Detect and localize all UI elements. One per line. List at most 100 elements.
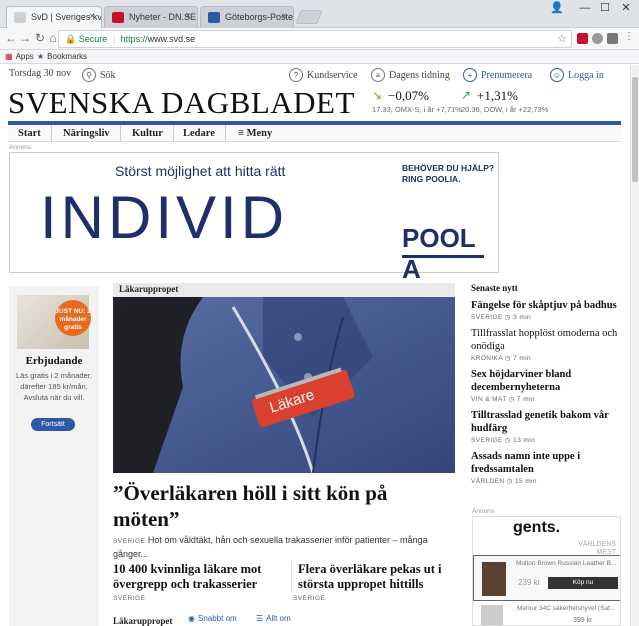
- login-label: Logga in: [568, 69, 604, 81]
- link-label: Allt om: [266, 614, 291, 623]
- eye-icon: ◉: [188, 614, 195, 623]
- date-label: Torsdag 30 nov: [9, 68, 72, 79]
- close-tab-icon[interactable]: ×: [281, 11, 287, 22]
- url-protocol: https://: [120, 34, 148, 44]
- news-item[interactable]: Assads namn inte uppe i fredssamtalen VÄ…: [471, 450, 621, 485]
- article-lead: SVERIGE Hot om våldtäkt, hån och sexuell…: [113, 534, 448, 560]
- allt-om-link[interactable]: ☰ Allt om: [256, 614, 291, 623]
- new-tab-button[interactable]: [295, 10, 323, 24]
- bookmark-bookmarks[interactable]: ★ Bookmarks: [37, 52, 87, 61]
- nav-start[interactable]: Start: [8, 125, 52, 142]
- page-scrollbar[interactable]: [630, 65, 639, 626]
- account-icon[interactable]: 👤: [543, 0, 571, 16]
- nav-naringsliv[interactable]: Näringsliv: [53, 125, 121, 142]
- ad-brand: INDIVID: [40, 184, 289, 251]
- news-item[interactable]: Tilltrasslad genetik bakom vår hudfärg S…: [471, 409, 621, 444]
- news-title: Sex höjdarviner bland decembernyheterna: [471, 369, 572, 393]
- news-meta: KRÖNIKA ◷ 7 min: [471, 355, 532, 362]
- subscription-offer: JUST NU: 2 månader gratis Erbjudande Läs…: [9, 286, 99, 626]
- news-title: Tillfrasslat hopplöst omoderna och onödi…: [471, 328, 618, 352]
- menu-dots-icon[interactable]: ⋮: [622, 31, 636, 42]
- nav-meny[interactable]: ≡ Meny: [228, 125, 282, 142]
- masthead-logo[interactable]: SVENSKA DAGBLADET: [8, 85, 355, 121]
- news-meta: SVERIGE ◷ 13 min: [471, 437, 536, 444]
- stock-pct: +1,31%: [477, 88, 518, 103]
- bookmark-apps[interactable]: ▦ Apps: [5, 52, 34, 61]
- razor-image: [481, 605, 503, 625]
- url-text: www.svd.se: [147, 34, 196, 44]
- lead-text[interactable]: Hot om våldtäkt, hån och sexuella trakas…: [113, 535, 428, 559]
- close-tab-icon[interactable]: ×: [89, 11, 95, 22]
- product-image: [482, 562, 506, 596]
- annons-label: Annons: [472, 508, 495, 515]
- snabbt-om-link[interactable]: ◉ Snabbt om: [188, 614, 237, 623]
- tab-gp[interactable]: Göteborgs-Posten ×: [200, 6, 294, 28]
- stock-sub: 20.36, DOW, i år +22,73%: [461, 105, 549, 114]
- prenumerera-link[interactable]: + Prenumerera: [463, 68, 532, 82]
- bookmarks-bar: ▦ Apps ★ Bookmarks: [0, 50, 639, 64]
- advertisement-sidebar[interactable]: gents. VÄRLDENS MEST PRISVÄRDA Molton Br…: [472, 516, 621, 626]
- extension-icon[interactable]: [577, 33, 588, 44]
- kundservice-link[interactable]: ? Kundservice: [289, 68, 358, 82]
- bottom-kicker[interactable]: Läkaruppropet: [113, 616, 172, 626]
- article-headline[interactable]: ”Överläkaren höll i sitt kön på möten”: [113, 480, 455, 532]
- login-link[interactable]: ☺ Logga in: [550, 68, 604, 82]
- dagens-tidning-link[interactable]: ≡ Dagens tidning: [371, 68, 450, 82]
- buy-now-button[interactable]: Köp nu: [548, 577, 618, 589]
- dagens-tidning-label: Dagens tidning: [389, 69, 450, 81]
- article-photo[interactable]: Läkare: [113, 297, 455, 473]
- url-separator: |: [112, 34, 116, 44]
- address-bar[interactable]: 🔒 Secure | https://www.svd.se ☆: [58, 30, 572, 48]
- news-item[interactable]: Fängelse för skåptjuv på badhus SVERIGE …: [471, 299, 621, 321]
- latest-news-column: Senaste nytt Fängelse för skåptjuv på ba…: [471, 283, 621, 491]
- news-meta: SVERIGE ◷ 3 min: [471, 314, 532, 321]
- browser-toolbar: ← → ↻ ⌂ 🔒 Secure | https://www.svd.se ☆ …: [0, 28, 639, 50]
- offer-title: Erbjudande: [25, 355, 83, 367]
- bookmark-label: Bookmarks: [47, 52, 88, 61]
- tab-svd[interactable]: SvD | Sveriges kvalitetss... ×: [6, 6, 102, 29]
- extension-icon[interactable]: [607, 33, 618, 44]
- nav-kultur[interactable]: Kultur: [122, 125, 174, 142]
- bookmark-star-icon[interactable]: ☆: [557, 31, 567, 47]
- reload-icon[interactable]: ↻: [33, 31, 47, 45]
- user-icon: ☺: [550, 68, 564, 82]
- article-kicker[interactable]: Läkaruppropet: [113, 283, 455, 297]
- offer-description: Läs gratis i 2 månader, därefter 185 kr/…: [16, 371, 92, 402]
- kundservice-label: Kundservice: [307, 69, 358, 81]
- page-content: Torsdag 30 nov ⚲ Sök ? Kundservice ≡ Dag…: [0, 65, 630, 626]
- ad-logo-underline: [402, 255, 484, 258]
- ad-tagline: Störst möjlighet att hitta rätt: [115, 163, 286, 179]
- lock-icon: 🔒: [65, 34, 77, 44]
- arrow-down-icon: ↘: [372, 88, 383, 102]
- top-utility-bar: Torsdag 30 nov ⚲ Sök ? Kundservice ≡ Dag…: [9, 65, 621, 85]
- search-link[interactable]: ⚲ Sök: [82, 68, 116, 82]
- nav-ledare[interactable]: Ledare: [173, 125, 226, 142]
- product-name: Merkur 34C säkerhetshyvel (Saf...: [517, 605, 616, 612]
- ad-logo: POOL A: [402, 223, 476, 284]
- tab-dn[interactable]: Nyheter - DN.SE ×: [104, 6, 198, 28]
- news-item[interactable]: Tillfrasslat hopplöst omoderna och onödi…: [471, 327, 621, 362]
- sub-article-1[interactable]: 10 400 kvinnliga läkare mot övergrepp oc…: [113, 562, 281, 592]
- sub-article-2-category: SVERIGE: [293, 595, 326, 602]
- forward-icon[interactable]: →: [18, 31, 32, 45]
- product-popup[interactable]: Molton Brown Russian Leather B... 239 kr…: [473, 555, 620, 601]
- list-icon: ☰: [256, 614, 264, 623]
- news-title: Fängelse för skåptjuv på badhus: [471, 300, 617, 311]
- scrollbar-thumb[interactable]: [632, 77, 638, 182]
- advertisement-banner[interactable]: Störst möjlighet att hitta rätt INDIVID …: [9, 152, 499, 284]
- close-window-button[interactable]: ✕: [612, 0, 639, 16]
- product-price: 399 kr: [573, 617, 593, 624]
- extension-icon[interactable]: [592, 33, 603, 44]
- add-user-icon: +: [463, 68, 477, 82]
- close-tab-icon[interactable]: ×: [185, 11, 191, 22]
- offer-badge: JUST NU: 2 månader gratis: [55, 300, 91, 336]
- svd-favicon-icon: [14, 12, 26, 23]
- sub-article-2[interactable]: Flera överläkare pekas ut i största uppr…: [291, 562, 455, 592]
- news-item[interactable]: Sex höjdarviner bland decembernyheterna …: [471, 368, 621, 403]
- news-meta: VÄRLDEN ◷ 15 min: [471, 478, 537, 485]
- back-icon[interactable]: ←: [4, 31, 18, 45]
- continue-button[interactable]: Fortsätt: [31, 418, 75, 431]
- latest-heading: Senaste nytt: [471, 283, 518, 293]
- question-icon: ?: [289, 68, 303, 82]
- sub-article-1-category: SVERIGE: [113, 595, 146, 602]
